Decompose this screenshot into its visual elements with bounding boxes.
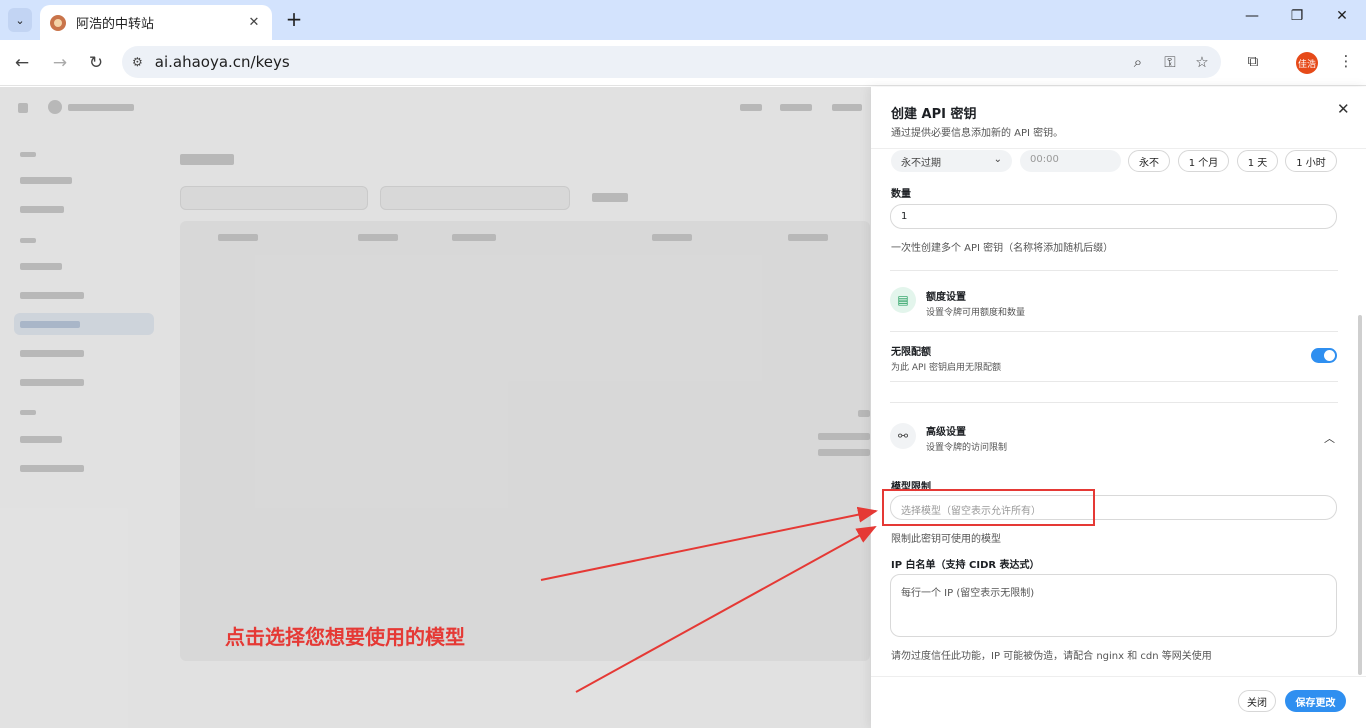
drawer-scrollbar[interactable] (1358, 315, 1362, 675)
annotation-text: 点击选择您想要使用的模型 (225, 625, 465, 649)
profile-avatar[interactable]: 佳浩 (1296, 52, 1318, 74)
quick-1-day-button[interactable]: 1 天 (1237, 150, 1278, 172)
zoom-icon[interactable]: ⌕ (1128, 53, 1148, 71)
divider (890, 331, 1338, 332)
header-divider (871, 148, 1366, 149)
restore-icon[interactable]: ❐ (1285, 8, 1309, 24)
advanced-section-subtitle: 设置令牌的访问限制 (926, 443, 1008, 453)
window-close-icon[interactable]: ✕ (1330, 8, 1354, 24)
unlimited-quota-label: 无限配额 (891, 347, 931, 358)
bookmark-star-icon[interactable]: ☆ (1192, 53, 1212, 71)
drawer-close-icon[interactable]: ✕ (1337, 100, 1350, 118)
chevron-down-icon: ⌄ (993, 154, 1002, 165)
expire-select-value: 永不过期 (901, 158, 941, 169)
quantity-label: 数量 (891, 189, 911, 200)
tab-search-icon[interactable]: ⌄ (8, 8, 32, 32)
site-favicon-icon (50, 14, 66, 31)
address-bar[interactable]: ⚙ ai.ahaoya.cn/keys (122, 46, 1221, 78)
save-button[interactable]: 保存更改 (1285, 690, 1346, 712)
unlimited-quota-hint: 为此 API 密钥启用无限配额 (891, 363, 1001, 373)
minimize-icon[interactable]: — (1240, 8, 1264, 24)
quota-wallet-icon: ▤ (890, 287, 916, 313)
divider (890, 270, 1338, 271)
password-key-icon[interactable]: ⚿ (1160, 53, 1180, 71)
back-icon[interactable]: ← (10, 51, 34, 75)
browser-tab[interactable]: 阿浩的中转站 ✕ (40, 5, 272, 40)
advanced-section-title: 高级设置 (926, 427, 966, 438)
drawer-footer: 关闭 保存更改 (871, 676, 1366, 728)
close-button[interactable]: 关闭 (1238, 690, 1276, 712)
model-limit-hint: 限制此密钥可使用的模型 (891, 534, 1001, 545)
forward-icon[interactable]: → (48, 51, 72, 75)
drawer-title: 创建 API 密钥 (891, 107, 977, 122)
url-text: ai.ahaoya.cn/keys (154, 53, 290, 71)
browser-toolbar: ← → ↻ ⚙ ai.ahaoya.cn/keys ⌕ ⚿ ☆ ⧉ ⋮ (0, 40, 1366, 86)
extensions-icon[interactable]: ⧉ (1242, 52, 1264, 70)
new-tab-icon[interactable]: + (282, 8, 306, 32)
tab-close-icon[interactable]: ✕ (246, 15, 262, 30)
unlimited-quota-toggle[interactable] (1311, 348, 1337, 363)
ip-whitelist-hint: 请勿过度信任此功能，IP 可能被伪造，请配合 nginx 和 cdn 等网关使用 (891, 651, 1212, 662)
quantity-hint: 一次性创建多个 API 密钥（名称将添加随机后缀） (891, 243, 1114, 254)
quick-never-button[interactable]: 永不 (1128, 150, 1170, 172)
create-api-key-drawer: 创建 API 密钥 通过提供必要信息添加新的 API 密钥。 ✕ 永不过期 ⌄ … (871, 87, 1366, 728)
quota-section-subtitle: 设置令牌可用额度和数量 (926, 308, 1026, 318)
model-limit-label: 模型限制 (891, 482, 931, 493)
model-limit-select[interactable]: 选择模型（留空表示允许所有） (890, 495, 1337, 520)
more-menu-icon[interactable]: ⋮ (1335, 52, 1357, 70)
divider (890, 402, 1338, 403)
ip-whitelist-label: IP 白名单（支持 CIDR 表达式） (891, 560, 1040, 571)
expire-select[interactable]: 永不过期 ⌄ (891, 150, 1012, 172)
quantity-input[interactable]: 1 (890, 204, 1337, 229)
site-info-icon[interactable]: ⚙ (132, 55, 143, 69)
ip-whitelist-textarea[interactable]: 每行一个 IP (留空表示无限制) (890, 574, 1337, 637)
divider (890, 381, 1338, 382)
quota-section-title: 额度设置 (926, 292, 966, 303)
expire-time-input[interactable]: 00:00 (1020, 150, 1121, 172)
drawer-subtitle: 通过提供必要信息添加新的 API 密钥。 (891, 128, 1064, 139)
quick-1-month-button[interactable]: 1 个月 (1178, 150, 1229, 172)
tab-title: 阿浩的中转站 (76, 17, 155, 32)
quick-1-hour-button[interactable]: 1 小时 (1285, 150, 1337, 172)
advanced-settings-icon: ⚯ (890, 423, 916, 449)
browser-tab-strip: ⌄ 阿浩的中转站 ✕ + — ❐ ✕ (0, 0, 1366, 40)
chevron-up-icon[interactable]: ︿ (1324, 430, 1335, 446)
reload-icon[interactable]: ↻ (84, 51, 108, 75)
